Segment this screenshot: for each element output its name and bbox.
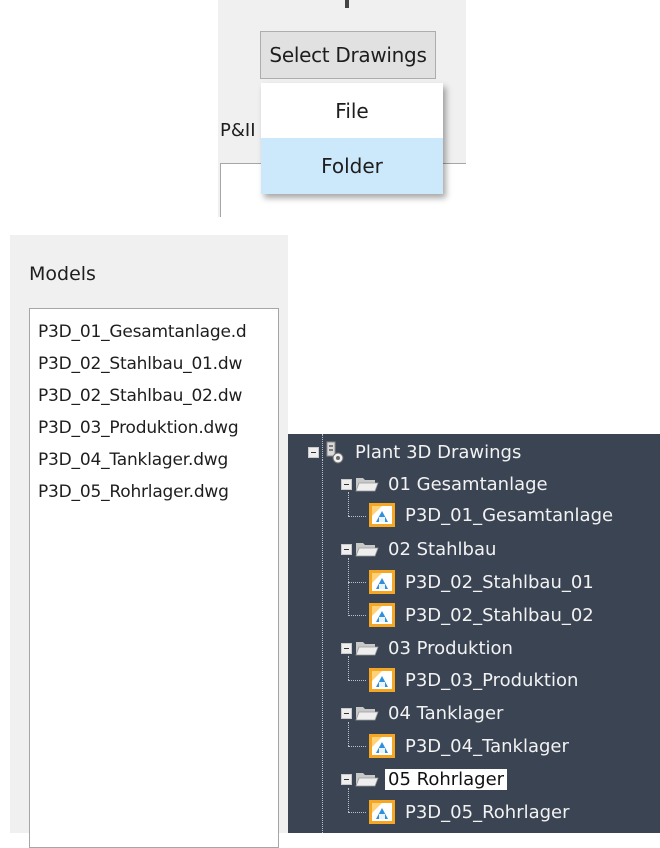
tree-drawing[interactable]: P3D_02_Stahlbau_02: [368, 600, 597, 630]
list-item[interactable]: P3D_02_Stahlbau_01.dw: [30, 348, 278, 380]
dwg-file-icon: [369, 503, 395, 527]
tree-folder-04[interactable]: 04 Tanklager: [341, 698, 506, 728]
tree-drawing-label: P3D_04_Tanklager: [405, 735, 569, 757]
menu-item-folder[interactable]: Folder: [261, 138, 443, 194]
tree-folder-label: 04 Tanklager: [388, 702, 504, 724]
folder-open-icon: [355, 707, 379, 721]
folder-open-icon: [355, 773, 379, 787]
tree-connector: [348, 582, 366, 583]
tree-folder-02[interactable]: 02 Stahlbau: [341, 534, 499, 564]
select-drawings-menu: File Folder: [261, 83, 443, 194]
tree-folder-01[interactable]: 01 Gesamtanlage: [341, 469, 551, 499]
folder-open-icon: [355, 642, 379, 656]
tree-folder-label: 02 Stahlbau: [388, 538, 497, 560]
tree-connector: [348, 558, 349, 616]
tree-drawing[interactable]: P3D_02_Stahlbau_01: [368, 567, 597, 597]
pid-label: P&II: [220, 120, 256, 141]
folder-open-icon: [355, 478, 379, 492]
menu-item-file[interactable]: File: [261, 83, 443, 138]
collapse-minus-icon[interactable]: [341, 478, 352, 490]
tree-root[interactable]: Plant 3D Drawings: [308, 437, 524, 467]
tree-folder-label: 03 Produktion: [388, 637, 513, 659]
tree-connector: [348, 615, 366, 616]
models-list[interactable]: P3D_01_Gesamtanlage.d P3D_02_Stahlbau_01…: [29, 308, 279, 848]
tree-connector: [348, 746, 366, 747]
tree-connector: [322, 460, 323, 833]
tree-drawing-label: P3D_03_Produktion: [405, 669, 579, 691]
tree-folder-03[interactable]: 03 Produktion: [341, 633, 516, 663]
tree-folder-05[interactable]: 05 Rohrlager: [341, 764, 508, 794]
tree-connector: [348, 680, 366, 681]
tree-drawing[interactable]: P3D_05_Rohrlager: [368, 797, 573, 827]
tree-folder-label-selected: 05 Rohrlager: [385, 768, 508, 790]
tree-root-label: Plant 3D Drawings: [355, 441, 522, 463]
list-item[interactable]: P3D_02_Stahlbau_02.dw: [30, 380, 278, 412]
models-label: Models: [29, 263, 96, 285]
list-item[interactable]: P3D_03_Produktion.dwg: [30, 412, 278, 444]
plant-project-icon: [326, 441, 344, 464]
dwg-file-icon: [369, 734, 395, 758]
label-fragment: [345, 0, 349, 8]
select-drawings-button[interactable]: Select Drawings: [260, 31, 436, 79]
collapse-minus-icon[interactable]: [341, 773, 352, 785]
tree-drawing-label: P3D_02_Stahlbau_01: [405, 571, 594, 593]
folder-open-icon: [355, 543, 379, 557]
list-item[interactable]: P3D_01_Gesamtanlage.d: [30, 316, 278, 348]
dwg-file-icon: [369, 800, 395, 824]
collapse-minus-icon[interactable]: [308, 446, 319, 458]
tree-drawing[interactable]: P3D_03_Produktion: [368, 665, 581, 695]
dwg-file-icon: [369, 603, 395, 627]
tree-folder-label: 01 Gesamtanlage: [388, 473, 548, 495]
select-drawings-dialog: Select Drawings P&II File Folder: [218, 0, 466, 217]
dwg-file-icon: [369, 668, 395, 692]
collapse-minus-icon[interactable]: [341, 543, 352, 555]
tree-drawing-label: P3D_01_Gesamtanlage: [405, 504, 614, 526]
list-item[interactable]: P3D_04_Tanklager.dwg: [30, 444, 278, 476]
collapse-minus-icon[interactable]: [341, 707, 352, 719]
tree-drawing[interactable]: P3D_01_Gesamtanlage: [368, 500, 616, 530]
dwg-file-icon: [369, 570, 395, 594]
tree-drawing-label: P3D_02_Stahlbau_02: [405, 604, 594, 626]
tree-connector: [348, 516, 366, 517]
tree-connector: [348, 812, 366, 813]
tree-drawing-label: P3D_05_Rohrlager: [405, 801, 570, 823]
list-item[interactable]: P3D_05_Rohrlager.dwg: [30, 476, 278, 508]
models-panel: Models P3D_01_Gesamtanlage.d P3D_02_Stah…: [10, 235, 288, 848]
tree-drawing[interactable]: P3D_04_Tanklager: [368, 731, 572, 761]
collapse-minus-icon[interactable]: [341, 642, 352, 654]
project-tree: Plant 3D Drawings 01 Gesamtanlage P3D_01…: [288, 434, 660, 833]
